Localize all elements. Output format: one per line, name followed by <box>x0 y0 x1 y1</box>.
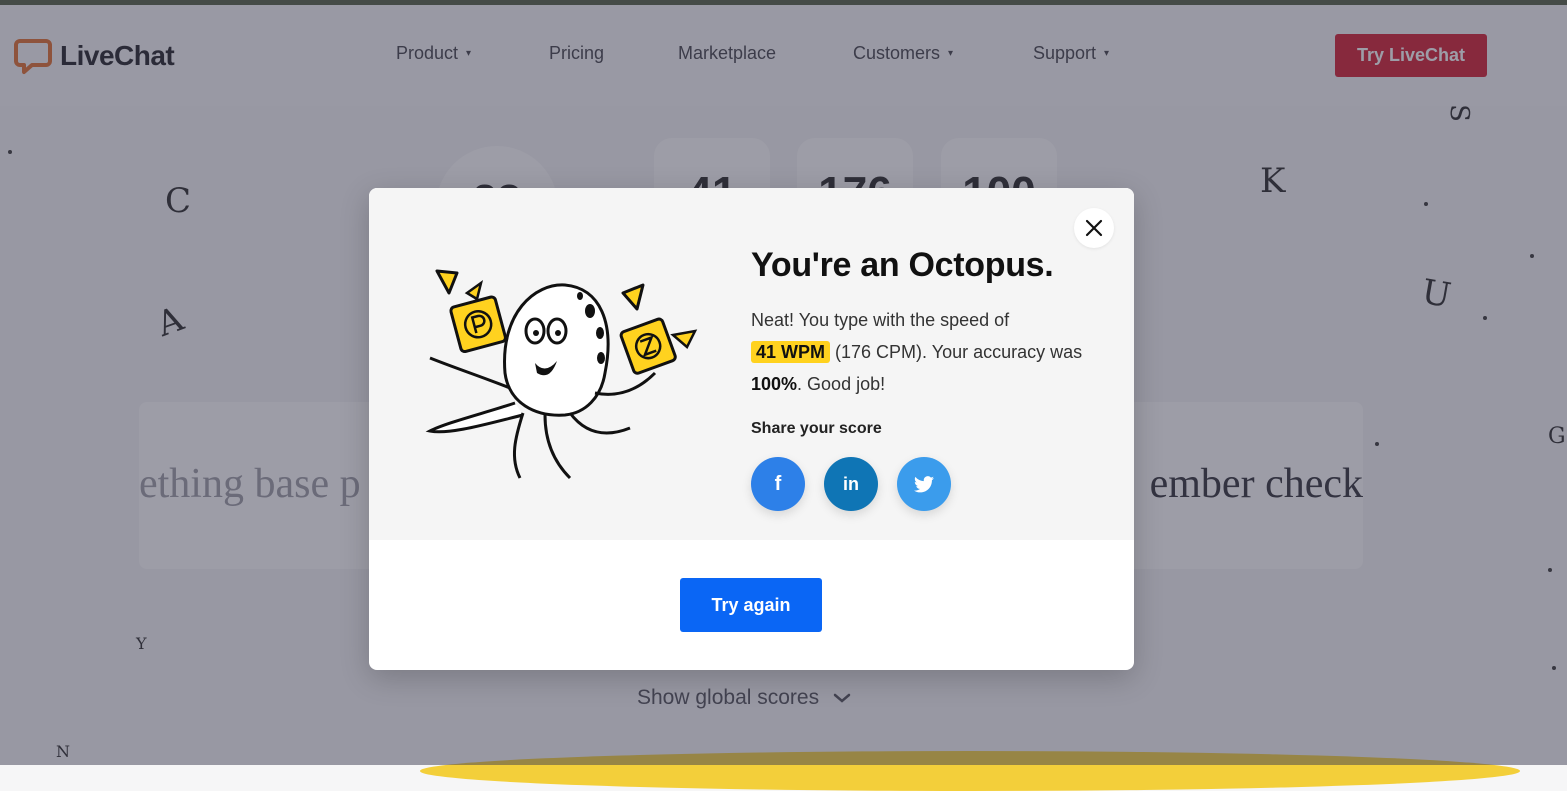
result-modal: You're an Octopus. Neat! You type with t… <box>369 188 1134 670</box>
share-buttons: f in <box>751 457 970 511</box>
wpm-highlight: 41 WPM <box>751 341 831 363</box>
facebook-icon: f <box>774 472 782 495</box>
accuracy-value: 100% <box>751 374 798 394</box>
result-text-middle: (176 CPM). Your accuracy was <box>830 342 1083 362</box>
modal-content-panel: You're an Octopus. Neat! You type with t… <box>369 188 1134 540</box>
try-again-button[interactable]: Try again <box>680 578 822 632</box>
octopus-illustration <box>425 269 698 480</box>
result-text-intro: Neat! You type with the speed of <box>751 310 1010 330</box>
linkedin-icon: in <box>843 473 859 494</box>
close-icon <box>1085 219 1103 237</box>
result-title: You're an Octopus. <box>751 246 1054 284</box>
close-button[interactable] <box>1074 208 1114 248</box>
result-text-end: . Good job! <box>797 374 886 394</box>
share-score-label: Share your score <box>751 420 882 437</box>
twitter-share-button[interactable] <box>897 457 951 511</box>
linkedin-share-button[interactable]: in <box>824 457 878 511</box>
facebook-share-button[interactable]: f <box>751 457 805 511</box>
twitter-icon <box>914 475 934 492</box>
result-description: Neat! You type with the speed of 41 WPM … <box>751 304 1091 400</box>
